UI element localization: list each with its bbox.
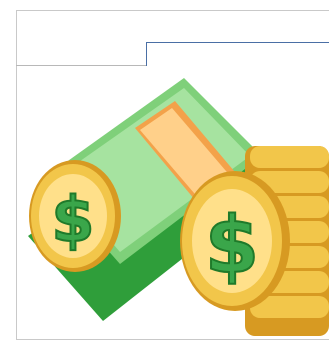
money-illustration: $ $ <box>28 78 329 336</box>
coin-middle: $ <box>180 171 290 311</box>
app-window: $ $ <box>0 0 329 349</box>
text-field[interactable] <box>146 42 329 66</box>
coin-left: $ <box>29 160 121 272</box>
svg-text:$: $ <box>51 183 94 256</box>
svg-text:$: $ <box>205 201 259 291</box>
